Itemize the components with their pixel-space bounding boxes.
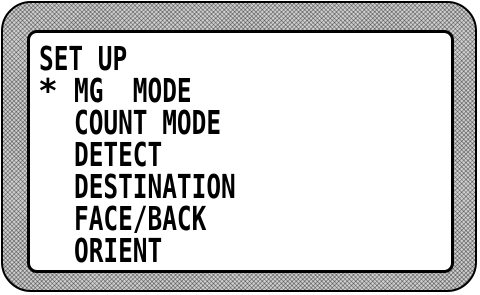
setup-menu: * MG MODE COUNT MODE DETECT DESTINATION … — [30, 33, 451, 270]
menu-item-label: ORIENT — [74, 231, 163, 270]
device-bezel: SET UP * MG MODE COUNT MODE DETECT DESTI… — [1, 1, 477, 292]
lcd-screen: SET UP * MG MODE COUNT MODE DETECT DESTI… — [27, 30, 454, 273]
selection-cursor-icon: * — [38, 71, 58, 110]
